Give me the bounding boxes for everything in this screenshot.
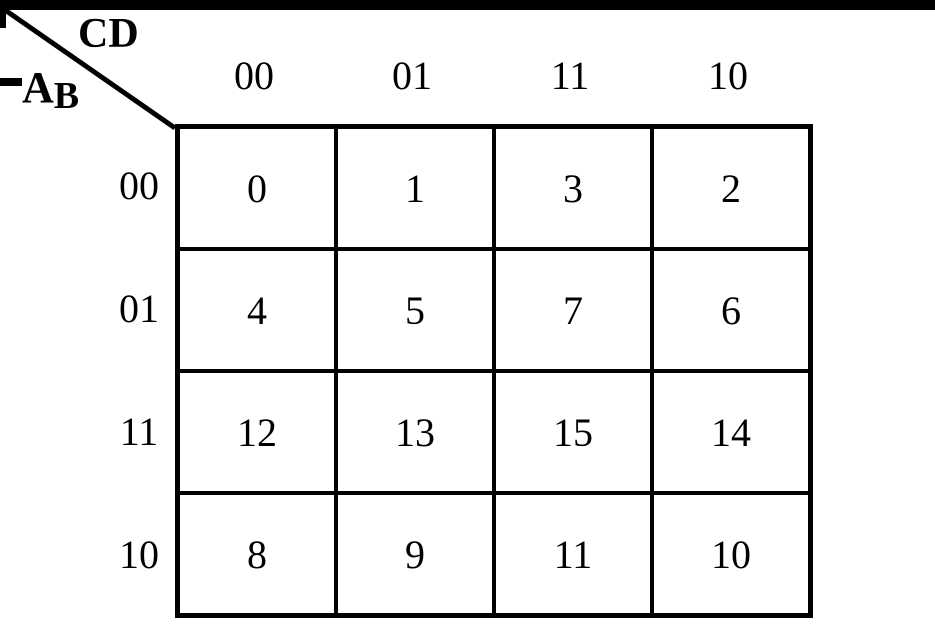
kmap-cell: 14 (652, 371, 810, 493)
column-headers: 00 01 11 10 (175, 40, 807, 110)
kmap-diagram: CD AB 00 01 11 10 00 01 11 10 0 1 3 2 4 … (0, 0, 935, 628)
col-header: 01 (333, 40, 491, 110)
row-header: 00 (105, 124, 173, 247)
kmap-cell: 12 (178, 371, 336, 493)
kmap-cell: 10 (652, 493, 810, 615)
kmap-cell: 13 (336, 371, 494, 493)
row-headers: 00 01 11 10 (105, 124, 173, 616)
col-header: 00 (175, 40, 333, 110)
kmap-cell: 11 (494, 493, 652, 615)
kmap-cell: 0 (178, 127, 336, 249)
kmap-cell: 15 (494, 371, 652, 493)
kmap-cell: 3 (494, 127, 652, 249)
kmap-cell: 4 (178, 249, 336, 371)
kmap-cell: 8 (178, 493, 336, 615)
col-header: 11 (491, 40, 649, 110)
row-header: 10 (105, 493, 173, 616)
kmap-cell: 9 (336, 493, 494, 615)
kmap-cell: 2 (652, 127, 810, 249)
kmap-cell: 6 (652, 249, 810, 371)
kmap-cell: 5 (336, 249, 494, 371)
row-header: 11 (105, 370, 173, 493)
kmap-cell: 1 (336, 127, 494, 249)
col-header: 10 (649, 40, 807, 110)
kmap-grid: 0 1 3 2 4 5 7 6 12 13 15 14 8 9 11 10 (175, 124, 813, 618)
row-header: 01 (105, 247, 173, 370)
kmap-cell: 7 (494, 249, 652, 371)
